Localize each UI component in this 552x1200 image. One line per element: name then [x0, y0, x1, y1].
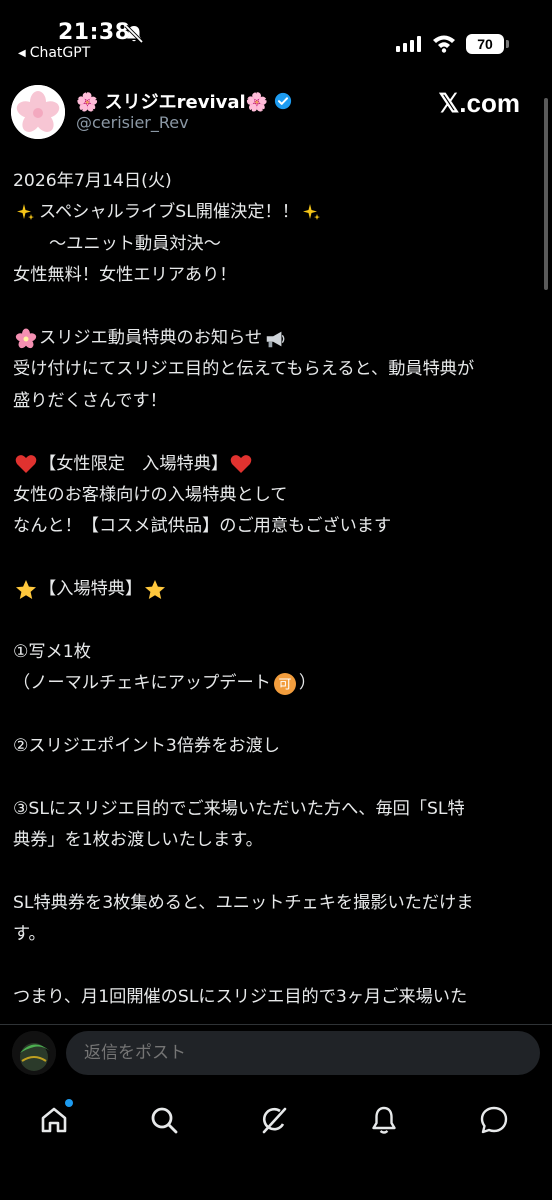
back-to-app-link[interactable]: ◀ ChatGPT — [18, 45, 90, 61]
wifi-icon — [433, 35, 455, 53]
cellular-signal-icon — [396, 36, 421, 52]
battery-indicator: 70 — [466, 34, 504, 54]
my-avatar[interactable] — [12, 1031, 56, 1075]
line-text: 女性無料！女性エリアあり！ — [13, 265, 237, 286]
tweet-line: ③SLにスリジエ目的でご来場いただいた方へ、毎回「SL特 — [13, 794, 533, 825]
bell-off-icon — [124, 24, 144, 44]
user-handle[interactable]: @cerisier_Rev — [76, 113, 189, 132]
tweet-line: SL特典券を3枚集めると、ユニットチェキを撮影いただけま — [13, 888, 533, 919]
tweet-line: 盛りだくさんです！ — [13, 386, 533, 417]
battery-tip — [506, 40, 509, 48]
line-date: 2026年7月14日(火) — [13, 171, 172, 191]
line-headline: スペシャルライブSL開催決定！！ — [39, 202, 299, 223]
line-text: （ノーマルチェキにアップデート — [13, 673, 271, 694]
tab-grok[interactable] — [254, 1100, 294, 1140]
tweet-header: 🌸 スリジエrevival🌸 @cerisier_Rev 𝕏.com — [0, 80, 552, 144]
line-text: 盛りだくさんです！ — [13, 390, 167, 411]
line-text: ③SLにスリジエ目的でご来場いただいた方へ、毎回「SL特 — [13, 798, 465, 819]
line-text: 典券」を1枚お渡しいたします。 — [13, 830, 263, 851]
line-text: SL特典券を3枚集めると、ユニットチェキを撮影いただけま — [13, 892, 474, 913]
line-text: ） — [298, 673, 317, 694]
line-text: 【女性限定 入場特典】 — [39, 453, 229, 474]
tab-notifications[interactable] — [364, 1100, 404, 1140]
line-text: 女性のお客様向けの入場特典として — [13, 484, 288, 505]
badge-char: 可 — [278, 677, 291, 692]
line-text: す。 — [13, 924, 46, 945]
tab-messages[interactable] — [474, 1100, 514, 1140]
tweet-line: なんと！【コスメ試供品】のご用意もございます — [13, 511, 533, 542]
line-text: 【入場特典】 — [39, 579, 143, 600]
tweet-line: す。 — [13, 919, 533, 950]
cherry-blossom-icon — [15, 328, 37, 350]
star-icon — [144, 579, 166, 601]
tweet-line: （ノーマルチェキにアップデート可 ） — [13, 668, 533, 699]
sparkles-icon — [15, 202, 37, 224]
home-indicator — [207, 1178, 347, 1183]
heart-icon — [230, 453, 252, 475]
tab-search[interactable] — [144, 1100, 184, 1140]
tweet-text: 2026年7月14日(火) スペシャルライブSL開催決定！！ 〜ユニット動員対決… — [13, 166, 533, 1014]
search-icon — [151, 1107, 178, 1134]
reply-input[interactable] — [66, 1031, 540, 1075]
sparkles-icon — [301, 202, 323, 224]
tweet-line: 2026年7月14日(火) — [13, 166, 533, 197]
cherry-blossom-logo-icon — [11, 85, 65, 139]
tweet-line: ②スリジエポイント3倍券をお渡し — [13, 731, 533, 762]
tweet-line: 女性のお客様向けの入場特典として — [13, 480, 533, 511]
messages-icon — [480, 1106, 508, 1134]
tweet-line: 【女性限定 入場特典】 — [13, 449, 533, 480]
divider — [0, 1024, 552, 1025]
profile-avatar[interactable] — [11, 85, 65, 139]
tweet-line: 受け付けにてスリジエ目的と伝えてもらえると、動員特典が — [13, 354, 533, 385]
avatar-image-icon — [12, 1031, 56, 1075]
line-text: つまり、月1回開催のSLにスリジエ目的で3ヶ月ご来場いた — [13, 987, 468, 1008]
scrollbar[interactable] — [544, 98, 548, 290]
grok-icon — [262, 1107, 287, 1134]
clock: 21:38 — [58, 20, 131, 45]
heart-icon — [15, 453, 37, 475]
site-logo[interactable]: 𝕏.com — [438, 88, 520, 119]
notification-dot — [65, 1099, 73, 1107]
back-app-label: ChatGPT — [29, 45, 91, 61]
megaphone-icon — [264, 328, 286, 350]
acceptable-button-icon: 可 — [273, 672, 297, 696]
tweet-line: ①写メ1枚 — [13, 637, 533, 668]
home-icon — [41, 1107, 67, 1133]
tweet-line: スリジエ動員特典のお知らせ — [13, 323, 533, 354]
star-icon — [15, 579, 37, 601]
tweet-line: 【入場特典】 — [13, 574, 533, 605]
bottom-tab-bar — [0, 1090, 552, 1150]
status-bar: 21:38 ◀ ChatGPT 70 — [0, 0, 552, 68]
tweet-line: つまり、月1回開催のSLにスリジエ目的で3ヶ月ご来場いた — [13, 982, 533, 1013]
notifications-icon — [372, 1106, 396, 1134]
display-name-text: 🌸 スリジエrevival🌸 — [76, 92, 269, 113]
line-text: スリジエ動員特典のお知らせ — [39, 327, 263, 348]
tweet-line: スペシャルライブSL開催決定！！ — [13, 197, 533, 228]
back-arrow-icon: ◀ — [18, 47, 26, 59]
tweet-line: 典券」を1枚お渡しいたします。 — [13, 825, 533, 856]
tweet-line: 〜ユニット動員対決〜 — [13, 229, 533, 260]
line-text: ②スリジエポイント3倍券をお渡し — [13, 736, 280, 757]
display-name[interactable]: 🌸 スリジエrevival🌸 — [76, 88, 292, 114]
line-text: ①写メ1枚 — [13, 641, 91, 662]
verified-badge-icon — [275, 92, 292, 110]
line-subtitle: 〜ユニット動員対決〜 — [49, 233, 221, 254]
line-text: 受け付けにてスリジエ目的と伝えてもらえると、動員特典が — [13, 359, 475, 380]
tweet-line: 女性無料！女性エリアあり！ — [13, 260, 533, 291]
line-text: なんと！【コスメ試供品】のご用意もございます — [13, 516, 392, 537]
